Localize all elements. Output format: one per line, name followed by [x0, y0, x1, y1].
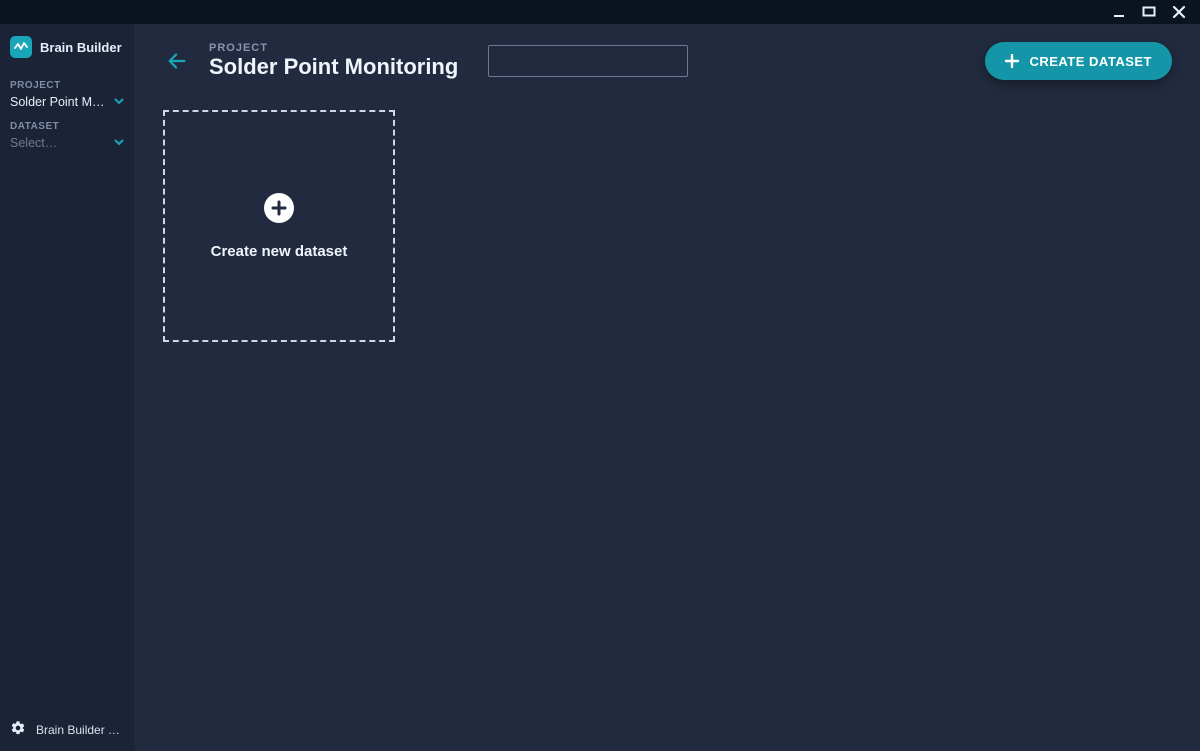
page-header: PROJECT Solder Point Monitoring CREATE D… — [135, 24, 1200, 90]
window-titlebar — [0, 0, 1200, 24]
create-dataset-tile[interactable]: Create new dataset — [163, 110, 395, 342]
create-dataset-tile-label: Create new dataset — [211, 243, 348, 260]
brand-name: Brain Builder — [40, 40, 122, 55]
plus-icon — [1005, 54, 1019, 68]
app-window: Brain Builder PROJECT Solder Point M… DA… — [0, 0, 1200, 751]
sidebar: Brain Builder PROJECT Solder Point M… DA… — [0, 24, 135, 751]
main-content: PROJECT Solder Point Monitoring CREATE D… — [135, 24, 1200, 751]
caret-down-icon — [114, 93, 124, 111]
activity-icon — [14, 40, 28, 54]
sidebar-project-section: PROJECT Solder Point M… — [0, 70, 134, 111]
sidebar-footer[interactable]: Brain Builder T… — [0, 708, 134, 751]
sidebar-project-label: PROJECT — [10, 80, 124, 91]
plus-circle-icon — [264, 193, 294, 223]
page-eyebrow: PROJECT — [209, 42, 458, 54]
create-dataset-button[interactable]: CREATE DATASET — [985, 42, 1172, 80]
sidebar-dataset-label: DATASET — [10, 121, 124, 132]
window-minimize-button[interactable] — [1104, 0, 1134, 24]
search-input[interactable] — [503, 54, 679, 69]
gear-icon — [10, 720, 26, 739]
window-close-button[interactable] — [1164, 0, 1194, 24]
sidebar-project-selector[interactable]: Solder Point M… — [10, 93, 124, 111]
brand-icon — [10, 36, 32, 58]
sidebar-dataset-placeholder: Select… — [10, 136, 57, 150]
maximize-icon — [1142, 6, 1156, 18]
page-heading: PROJECT Solder Point Monitoring — [209, 42, 458, 80]
window-maximize-button[interactable] — [1134, 0, 1164, 24]
brand[interactable]: Brain Builder — [0, 24, 134, 70]
search-field[interactable] — [488, 45, 688, 77]
sidebar-project-value: Solder Point M… — [10, 95, 104, 109]
create-dataset-button-label: CREATE DATASET — [1029, 54, 1152, 69]
dataset-grid: Create new dataset — [135, 90, 1200, 362]
app-body: Brain Builder PROJECT Solder Point M… DA… — [0, 24, 1200, 751]
sidebar-dataset-selector[interactable]: Select… — [10, 134, 124, 152]
arrow-left-icon — [166, 50, 188, 72]
page-title: Solder Point Monitoring — [209, 54, 458, 80]
caret-down-icon — [114, 134, 124, 152]
minimize-icon — [1113, 6, 1125, 18]
close-icon — [1172, 5, 1186, 19]
back-button[interactable] — [163, 47, 191, 75]
sidebar-dataset-section: DATASET Select… — [0, 111, 134, 152]
sidebar-footer-label: Brain Builder T… — [36, 723, 124, 737]
